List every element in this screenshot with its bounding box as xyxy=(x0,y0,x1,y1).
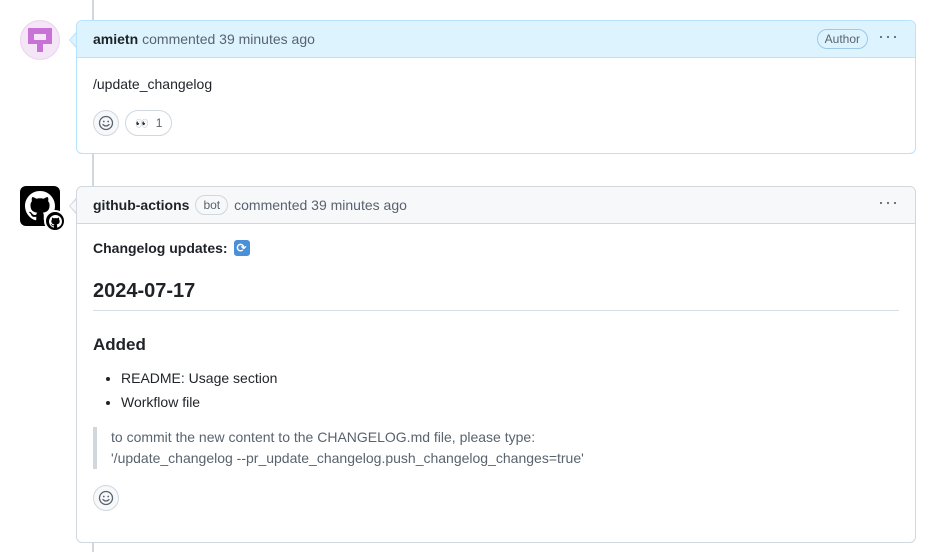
timeline-line xyxy=(92,0,94,20)
arrows-refresh-emoji-icon: ⟳ xyxy=(233,240,250,256)
reaction-eyes-button[interactable]: 👀 1 xyxy=(125,110,173,136)
blockquote-line: '/update_changelog --pr_update_changelog… xyxy=(111,450,584,466)
author-badge: Author xyxy=(816,29,869,49)
list-item: README: Usage section xyxy=(121,369,899,387)
author-link[interactable]: amietn xyxy=(93,31,138,47)
eyes-emoji-icon: 👀 xyxy=(135,117,149,130)
comment-pointer xyxy=(69,32,77,48)
pr-conversation-timeline: amietn commented 39 minutes ago Author ·… xyxy=(0,0,934,552)
comment-amietn: amietn commented 39 minutes ago Author ·… xyxy=(76,20,916,154)
comment-github-actions: github-actions bot commented 39 minutes … xyxy=(76,186,916,543)
changelog-items-list: README: Usage section Workflow file xyxy=(93,369,899,411)
comment-body: Changelog updates: ⟳ 2024-07-17 Added RE… xyxy=(77,224,915,527)
changelog-section-heading: Added xyxy=(93,335,146,354)
changelog-date-heading: 2024-07-17 xyxy=(93,280,899,311)
timeline-line xyxy=(92,154,94,186)
changelog-title-text: Changelog updates: xyxy=(93,240,228,256)
author-link[interactable]: github-actions xyxy=(93,197,189,213)
reaction-count: 1 xyxy=(155,116,163,130)
smiley-icon xyxy=(98,490,114,506)
timeline-line xyxy=(92,543,94,552)
kebab-horizontal-icon[interactable]: ··· xyxy=(878,193,899,213)
list-item: Workflow file xyxy=(121,393,899,411)
identicon-image xyxy=(28,28,52,52)
kebab-horizontal-icon[interactable]: ··· xyxy=(878,27,899,47)
comment-timestamp[interactable]: commented 39 minutes ago xyxy=(142,31,315,47)
comment-pointer xyxy=(69,198,77,214)
blockquote-line: to commit the new content to the CHANGEL… xyxy=(111,429,536,445)
comment-text: /update_changelog xyxy=(93,76,213,92)
comment-body: /update_changelog 👀 1 xyxy=(77,58,915,152)
reactions-bar xyxy=(93,485,899,511)
avatar-amietn[interactable] xyxy=(20,20,60,60)
bot-badge: bot xyxy=(195,195,229,215)
comment-header: github-actions bot commented 39 minutes … xyxy=(77,187,915,224)
comment-timestamp[interactable]: commented 39 minutes ago xyxy=(234,197,407,213)
github-mark-small-icon xyxy=(48,214,62,228)
smiley-icon xyxy=(98,115,114,131)
comment-header: amietn commented 39 minutes ago Author ·… xyxy=(77,21,915,58)
reactions-bar: 👀 1 xyxy=(93,110,899,136)
instruction-blockquote: to commit the new content to the CHANGEL… xyxy=(93,427,899,469)
add-reaction-button[interactable] xyxy=(93,485,119,511)
add-reaction-button[interactable] xyxy=(93,110,119,136)
changelog-title: Changelog updates: ⟳ xyxy=(93,240,899,256)
bot-app-badge-icon xyxy=(44,210,66,232)
